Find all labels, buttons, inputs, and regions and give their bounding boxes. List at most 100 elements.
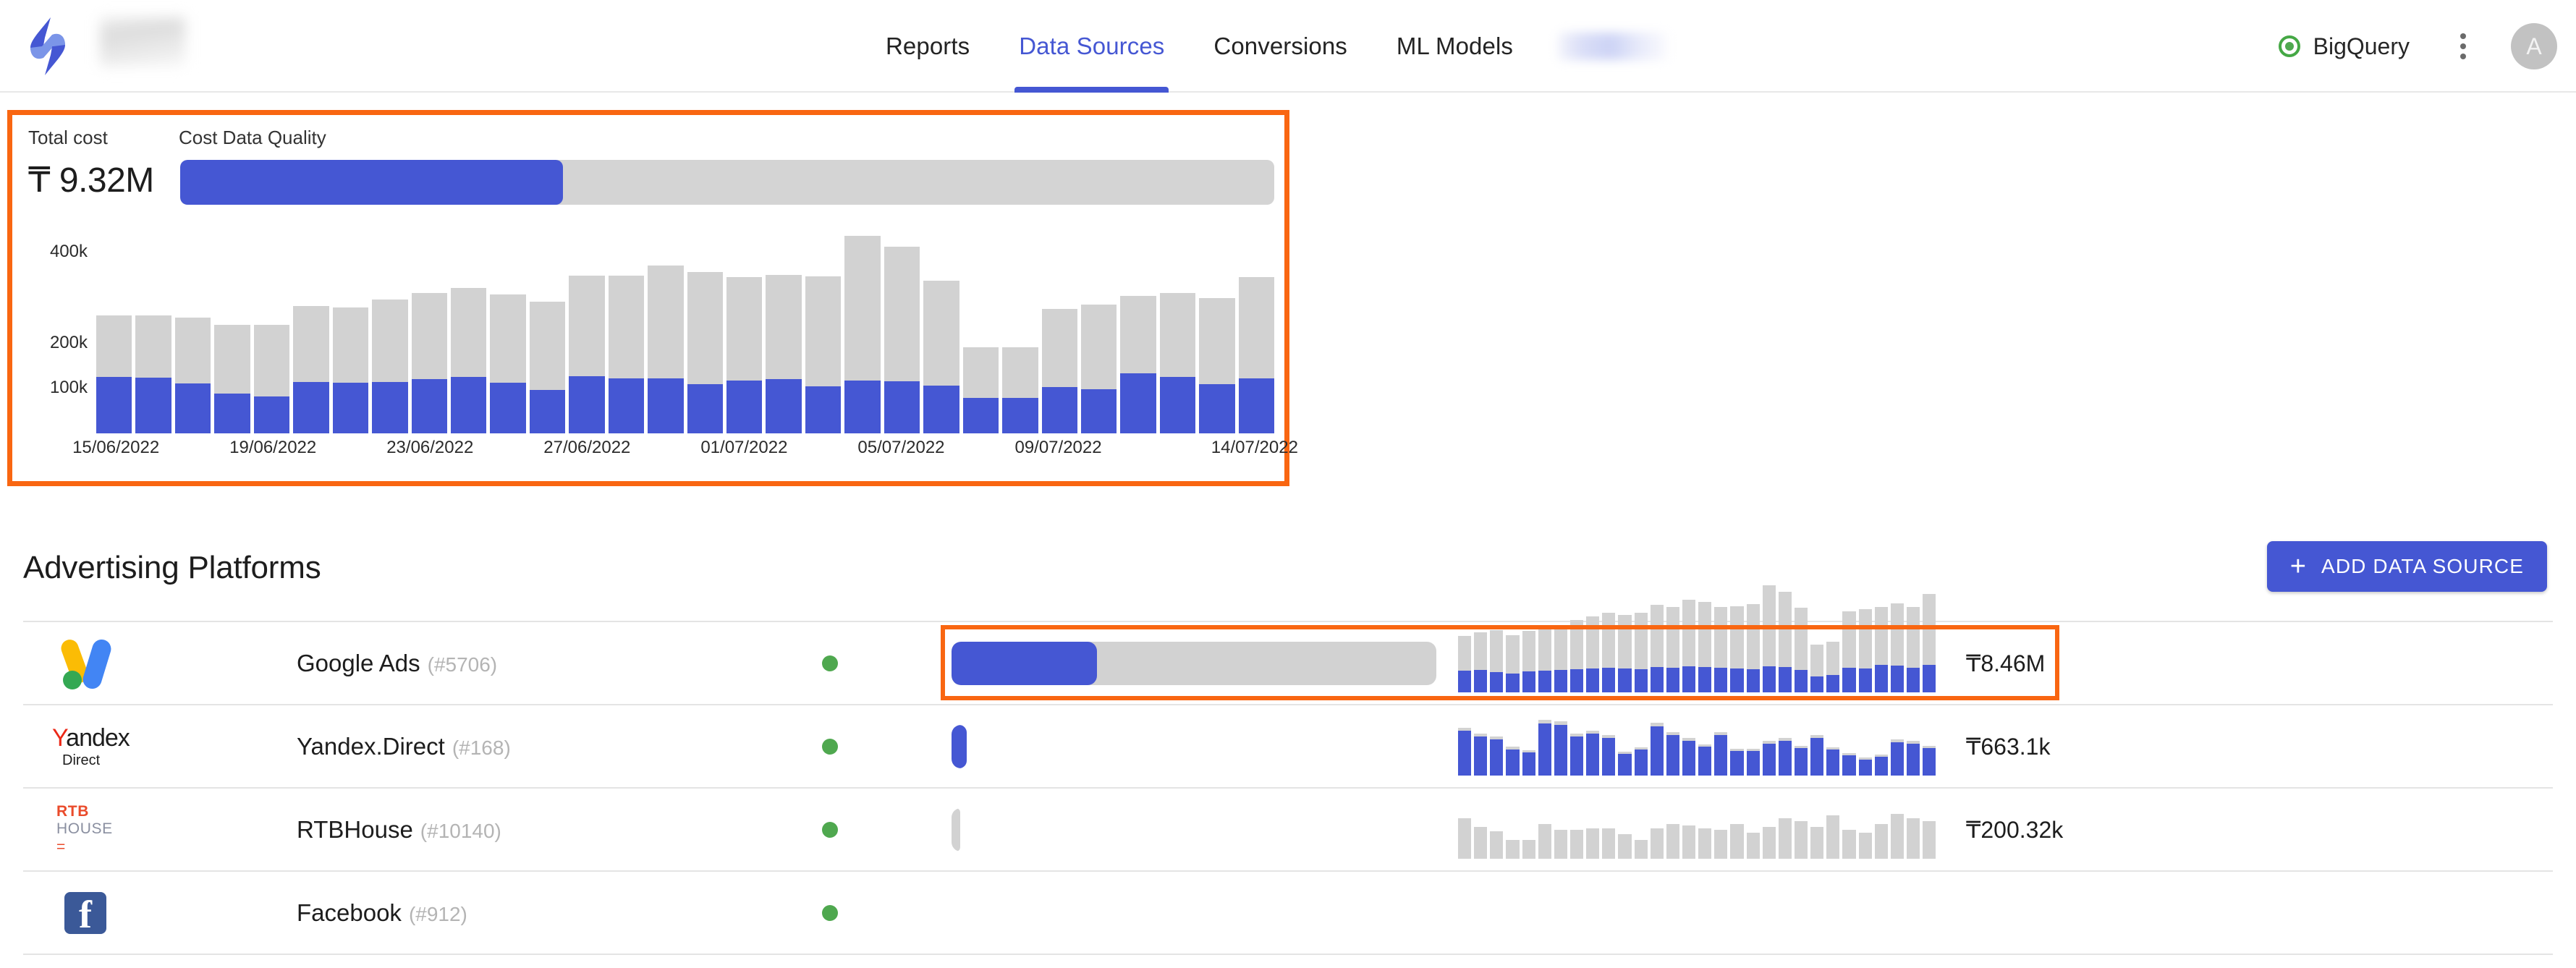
sparkline-segment-blue xyxy=(1522,671,1535,692)
row-sparkline xyxy=(1458,585,1936,692)
tab-reports[interactable]: Reports xyxy=(861,0,994,93)
tab-data-sources[interactable]: Data Sources xyxy=(994,0,1189,93)
sparkline-bar xyxy=(1778,737,1792,776)
tab-redacted[interactable] xyxy=(1558,33,1668,60)
sparkline-segment-gray xyxy=(1602,828,1616,859)
tab-ml-models[interactable]: ML Models xyxy=(1372,0,1538,93)
chart-bar[interactable] xyxy=(135,315,171,433)
sparkline-segment-blue xyxy=(1730,750,1744,776)
row-quality-bar[interactable] xyxy=(952,724,1436,768)
table-row[interactable]: Yandex Direct Yandex.Direct (#168) ₸663.1k xyxy=(23,705,2553,789)
sparkline-segment-gray xyxy=(1778,591,1792,667)
sparkline-bar xyxy=(1634,612,1648,692)
chart-bar[interactable] xyxy=(962,347,999,433)
chart-bar-segment-matched xyxy=(884,381,920,433)
chart-bar[interactable] xyxy=(1041,309,1077,433)
more-vertical-icon[interactable] xyxy=(2437,20,2489,72)
sparkline-bar xyxy=(1810,826,1824,859)
row-cost: ₸663.1k xyxy=(1966,733,2051,760)
sparkline-segment-gray xyxy=(1458,635,1472,671)
chart-bar[interactable] xyxy=(648,265,684,433)
chart-bar[interactable] xyxy=(490,294,526,433)
sparkline-segment-blue xyxy=(1890,742,1904,776)
table-row[interactable]: f Facebook (#912) xyxy=(23,872,2553,955)
chart-bar[interactable] xyxy=(766,274,802,433)
chart-bar-segment-unmatched xyxy=(332,307,369,383)
chart-bar[interactable] xyxy=(884,246,920,433)
chart-bar[interactable] xyxy=(411,292,447,433)
sparkline-segment-blue xyxy=(1906,667,1920,692)
chart-bar[interactable] xyxy=(687,271,723,433)
chart-bar[interactable] xyxy=(529,301,566,433)
sparkline-segment-blue xyxy=(1538,723,1551,776)
sparkline-segment-gray xyxy=(1890,813,1904,859)
bolt-logo-icon[interactable] xyxy=(20,16,75,77)
chart-bar[interactable] xyxy=(1120,295,1156,433)
avatar[interactable]: A xyxy=(2511,23,2557,69)
sparkline-bar xyxy=(1474,826,1488,859)
chart-bar[interactable] xyxy=(608,275,645,433)
chart-bar[interactable] xyxy=(1080,305,1117,433)
chart-bar[interactable] xyxy=(372,300,408,433)
chart-bar-segment-unmatched xyxy=(1002,347,1038,399)
sparkline-bar xyxy=(1634,839,1648,859)
row-quality-bar[interactable] xyxy=(952,641,1436,685)
chart-bar-segment-matched xyxy=(490,382,526,433)
chart-bar[interactable] xyxy=(726,276,763,433)
sparkline-segment-blue xyxy=(1810,737,1824,776)
chart-bar[interactable] xyxy=(1002,347,1038,433)
sparkline-segment-gray xyxy=(1858,832,1872,859)
row-name: Yandex.Direct (#168) xyxy=(297,732,511,760)
table-row[interactable]: Google Ads (#5706) ₸8.46M xyxy=(23,585,2553,705)
sparkline-segment-blue xyxy=(1569,668,1584,692)
chart-bar[interactable] xyxy=(293,305,329,433)
sparkline-segment-blue xyxy=(1698,746,1712,776)
sparkline-bar xyxy=(1762,826,1776,859)
chart-x-tick: 09/07/2022 xyxy=(1014,438,1102,457)
sparkline-bar xyxy=(1586,828,1600,859)
chart-bar[interactable] xyxy=(1159,292,1196,433)
status-dot-green-icon xyxy=(822,904,838,921)
sparkline-bar xyxy=(1474,733,1488,776)
table-row[interactable]: RTB HOUSE = RTBHouse (#10140) ₸200.32k xyxy=(23,789,2553,872)
cost-data-quality-bar[interactable] xyxy=(180,160,1274,205)
chart-bar-segment-unmatched xyxy=(648,265,684,379)
add-data-source-label: ADD DATA SOURCE xyxy=(2321,555,2524,577)
status-dot-green-icon xyxy=(2278,35,2300,57)
sparkline-bar xyxy=(1794,820,1808,859)
sparkline-bar xyxy=(1474,632,1488,692)
sparkline-bar xyxy=(1906,818,1920,859)
chart-bar[interactable] xyxy=(174,318,211,433)
chart-bar[interactable] xyxy=(1199,298,1235,433)
bigquery-connection-chip[interactable]: BigQuery xyxy=(2278,33,2410,60)
chart-bar[interactable] xyxy=(805,276,842,433)
chart-bar[interactable] xyxy=(450,288,487,433)
sparkline-segment-gray xyxy=(1698,601,1712,667)
chart-bar[interactable] xyxy=(1238,277,1275,433)
sparkline-segment-gray xyxy=(1810,826,1824,859)
sparkline-bar xyxy=(1522,750,1535,776)
row-quality-bar[interactable] xyxy=(952,807,1436,852)
chart-bar[interactable] xyxy=(844,236,881,433)
chart-bar-segment-unmatched xyxy=(923,280,959,386)
chart-bar[interactable] xyxy=(332,307,369,433)
add-data-source-button[interactable]: + ADD DATA SOURCE xyxy=(2266,541,2547,592)
sparkline-segment-blue xyxy=(1618,668,1632,692)
row-quality-fill xyxy=(952,724,967,768)
sparkline-bar xyxy=(1490,736,1504,776)
yandex-direct-logo-icon: Yandex Direct xyxy=(52,723,130,768)
sparkline-segment-blue xyxy=(1906,743,1920,776)
chart-bar[interactable] xyxy=(253,324,290,433)
chart-y-tick: 100k xyxy=(49,378,88,398)
chart-bar[interactable] xyxy=(923,280,959,433)
chart-bar[interactable] xyxy=(569,275,605,433)
chart-bar-segment-matched xyxy=(726,380,763,433)
sparkline-segment-blue xyxy=(1826,749,1840,776)
sparkline-segment-gray xyxy=(1682,599,1696,666)
sparkline-segment-blue xyxy=(1490,739,1504,776)
sparkline-bar xyxy=(1602,612,1616,692)
chart-bar[interactable] xyxy=(214,324,250,433)
google-ads-logo-icon xyxy=(59,637,114,691)
tab-conversions[interactable]: Conversions xyxy=(1189,0,1372,93)
chart-bar[interactable] xyxy=(96,315,132,433)
